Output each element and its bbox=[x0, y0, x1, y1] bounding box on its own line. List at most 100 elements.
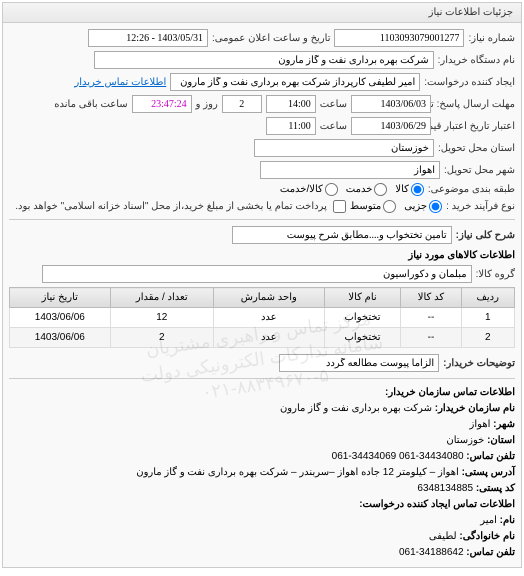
days-label: روز و bbox=[196, 99, 218, 110]
divider bbox=[9, 219, 515, 220]
purchase-type-label: نوع فرآیند خرید : bbox=[446, 201, 515, 212]
radio-kala-khadamat[interactable]: کالا/خدمت bbox=[280, 183, 338, 196]
org-city-label: شهر: bbox=[493, 419, 515, 430]
response-deadline-label: مهلت ارسال پاسخ: تا تاریخ: bbox=[435, 99, 515, 110]
th-code: کد کالا bbox=[401, 288, 461, 308]
creator-phone: 34188642-061 bbox=[399, 547, 464, 558]
response-date-input[interactable] bbox=[351, 95, 431, 113]
contact-link[interactable]: اطلاعات تماس خریدار bbox=[74, 77, 166, 88]
org-address: اهواز – کیلومتر 12 جاده اهواز –سربندر – … bbox=[136, 467, 459, 478]
need-desc-input[interactable] bbox=[232, 226, 452, 244]
response-time-input[interactable] bbox=[266, 95, 316, 113]
org-name-label: نام سازمان خریدار: bbox=[435, 403, 515, 414]
radio-jozi-label: جزیی bbox=[404, 201, 427, 212]
buyer-note-input[interactable] bbox=[279, 354, 439, 372]
group-label: گروه کالا: bbox=[476, 269, 515, 280]
city-label: شهر محل تحویل: bbox=[444, 165, 515, 176]
radio-kala-input[interactable] bbox=[411, 183, 424, 196]
th-unit: واحد شمارش bbox=[213, 288, 324, 308]
validity-time-label: ساعت bbox=[320, 121, 347, 132]
need-number-label: شماره نیاز: bbox=[468, 33, 515, 44]
need-details-panel: جزئیات اطلاعات نیاز شماره نیاز: تاریخ و … bbox=[2, 2, 522, 568]
radio-jozi-input[interactable] bbox=[429, 200, 442, 213]
radio-kala-khadamat-label: کالا/خدمت bbox=[280, 184, 323, 195]
org-address-label: آدرس پستی: bbox=[462, 467, 515, 478]
radio-khadamat[interactable]: خدمت bbox=[346, 183, 388, 196]
th-qty: تعداد / مقدار bbox=[110, 288, 213, 308]
org-province: خوزستان bbox=[446, 435, 484, 446]
need-desc-label: شرح کلی نیاز: bbox=[456, 230, 515, 241]
request-creator-label: ایجاد کننده درخواست: bbox=[424, 77, 515, 88]
radio-khadamat-label: خدمت bbox=[346, 184, 373, 195]
cell: 1403/06/06 bbox=[10, 328, 111, 348]
items-section-title: اطلاعات کالاهای مورد نیاز bbox=[9, 250, 515, 261]
cell: 12 bbox=[110, 308, 213, 328]
cell: تختخواب bbox=[324, 308, 401, 328]
org-postal-label: کد پستی: bbox=[476, 483, 515, 494]
group-input[interactable] bbox=[42, 265, 472, 283]
remaining-label: ساعت باقی مانده bbox=[54, 99, 127, 110]
creator-family: لطیفی bbox=[429, 531, 457, 542]
org-phone: 34434080-061 34434069-061 bbox=[332, 451, 464, 462]
validity-label: اعتبار تاریخ اعتبار قیمت: تا تاریخ: bbox=[435, 121, 515, 132]
creator-section-title: اطلاعات تماس ایجاد کننده درخواست: bbox=[9, 497, 515, 513]
province-input[interactable] bbox=[254, 139, 434, 157]
remaining-time-input[interactable] bbox=[132, 95, 192, 113]
creator-name: امیر bbox=[480, 515, 497, 526]
province-label: استان محل تحویل: bbox=[438, 143, 515, 154]
radio-kala-khadamat-input[interactable] bbox=[325, 183, 338, 196]
city-input[interactable] bbox=[260, 161, 440, 179]
radio-kala[interactable]: کالا bbox=[395, 183, 424, 196]
radio-kala-label: کالا bbox=[395, 184, 409, 195]
radio-motavaset[interactable]: متوسط bbox=[350, 200, 396, 213]
cell: 2 bbox=[461, 328, 514, 348]
cell: عدد bbox=[213, 308, 324, 328]
days-input[interactable] bbox=[222, 95, 262, 113]
cell: تختخواب bbox=[324, 328, 401, 348]
budget-class-label: طبقه بندی موضوعی: bbox=[428, 184, 515, 195]
table-row: 2 -- تختخواب عدد 2 1403/06/06 bbox=[10, 328, 515, 348]
panel-title: جزئیات اطلاعات نیاز bbox=[3, 3, 521, 23]
purchase-note: پرداخت تمام یا بخشی از مبلغ خرید،از محل … bbox=[15, 201, 327, 212]
cell: 1403/06/06 bbox=[10, 308, 111, 328]
divider bbox=[9, 378, 515, 379]
buyer-note-label: توضیحات خریدار: bbox=[443, 358, 515, 369]
th-name: نام کالا bbox=[324, 288, 401, 308]
org-phone-label: تلفن تماس: bbox=[466, 451, 515, 462]
radio-jozi[interactable]: جزیی bbox=[404, 200, 442, 213]
creator-family-label: نام خانوادگی: bbox=[459, 531, 515, 542]
radio-motavaset-input[interactable] bbox=[383, 200, 396, 213]
org-name: شرکت بهره برداری نفت و گاز مارون bbox=[280, 403, 432, 414]
creator-phone-label: تلفن تماس: bbox=[466, 547, 515, 558]
cell: -- bbox=[401, 328, 461, 348]
th-row: ردیف bbox=[461, 288, 514, 308]
response-time-label: ساعت bbox=[320, 99, 347, 110]
cell: 1 bbox=[461, 308, 514, 328]
validity-date-input[interactable] bbox=[351, 117, 431, 135]
cell: 2 bbox=[110, 328, 213, 348]
cell: عدد bbox=[213, 328, 324, 348]
purchase-radio-group: جزیی متوسط bbox=[350, 200, 442, 213]
validity-time-input[interactable] bbox=[266, 117, 316, 135]
table-row: 1 -- تختخواب عدد 12 1403/06/06 bbox=[10, 308, 515, 328]
contact-section-title: اطلاعات تماس سازمان خریدار: bbox=[9, 385, 515, 401]
treasury-checkbox[interactable] bbox=[333, 200, 346, 213]
need-number-input[interactable] bbox=[334, 29, 464, 47]
cell: -- bbox=[401, 308, 461, 328]
items-table: ردیف کد کالا نام کالا واحد شمارش تعداد /… bbox=[9, 287, 515, 348]
request-creator-input[interactable] bbox=[170, 73, 420, 91]
announce-datetime-label: تاریخ و ساعت اعلان عمومی: bbox=[212, 33, 331, 44]
announce-datetime-input[interactable] bbox=[88, 29, 208, 47]
buyer-org-input[interactable] bbox=[94, 51, 434, 69]
th-date: تاریخ نیاز bbox=[10, 288, 111, 308]
radio-motavaset-label: متوسط bbox=[350, 201, 381, 212]
buyer-org-label: نام دستگاه خریدار: bbox=[438, 55, 515, 66]
org-province-label: استان: bbox=[487, 435, 515, 446]
org-city: اهواز bbox=[470, 419, 491, 430]
budget-radio-group: کالا خدمت کالا/خدمت bbox=[280, 183, 424, 196]
buyer-contact-block: اطلاعات تماس سازمان خریدار: نام سازمان خ… bbox=[9, 385, 515, 561]
radio-khadamat-input[interactable] bbox=[374, 183, 387, 196]
creator-name-label: نام: bbox=[500, 515, 515, 526]
table-header-row: ردیف کد کالا نام کالا واحد شمارش تعداد /… bbox=[10, 288, 515, 308]
org-postal: 6348134885 bbox=[417, 483, 473, 494]
